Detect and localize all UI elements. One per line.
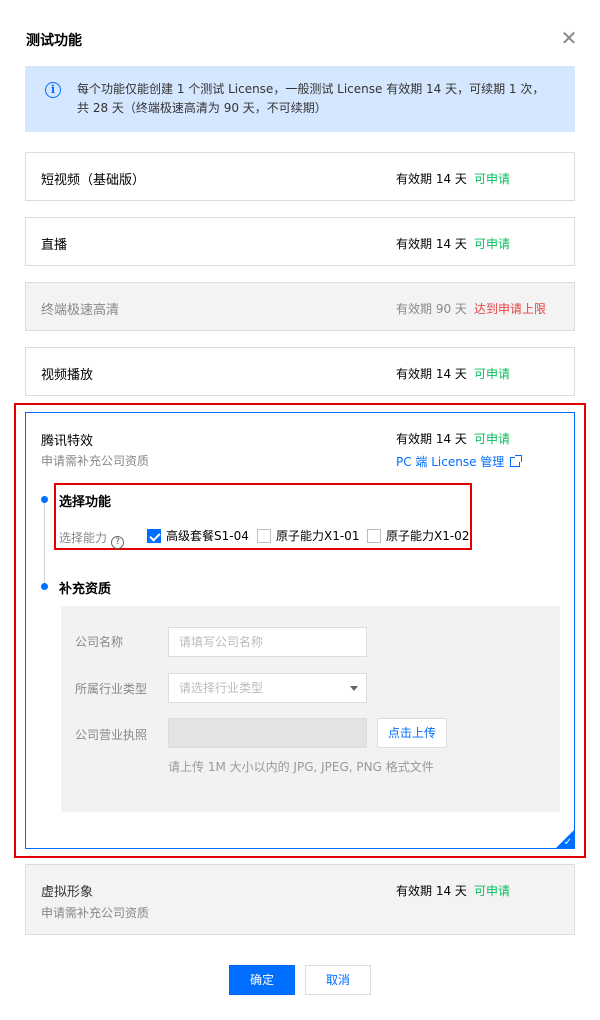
feature-name: 虚拟形象: [41, 885, 94, 900]
feature-validity: 有效期 14 天: [396, 172, 467, 186]
license-label: 公司营业执照: [75, 728, 148, 742]
notice-line-2: 共 28 天（终端极速高清为 90 天，不可续期）: [77, 101, 327, 115]
step-dot-1: [41, 496, 48, 503]
option-s1-04[interactable]: 高级套餐S1-04: [147, 527, 249, 544]
pc-license-link[interactable]: PC 端 License 管理: [396, 453, 523, 470]
feature-card-live[interactable]: 直播 有效期 14 天 可申请: [25, 217, 575, 266]
option-x1-01[interactable]: 原子能力X1-01: [257, 527, 359, 544]
feature-validity: 有效期 90 天: [396, 302, 467, 316]
ability-label: 选择能力?: [59, 529, 125, 549]
step-connector: [44, 501, 45, 589]
feature-subtext: 申请需补充公司资质: [41, 454, 150, 468]
feature-status: 可申请: [474, 432, 511, 446]
close-icon[interactable]: ✕: [558, 27, 580, 49]
feature-name: 腾讯特效: [41, 434, 94, 449]
option-label: 原子能力X1-01: [276, 529, 360, 543]
option-label: 高级套餐S1-04: [166, 529, 249, 543]
cancel-button[interactable]: 取消: [305, 965, 371, 995]
company-name-input[interactable]: 请填写公司名称: [168, 627, 367, 657]
feature-name: 短视频（基础版）: [41, 173, 146, 188]
feature-validity: 有效期 14 天: [396, 237, 467, 251]
feature-name: 直播: [41, 238, 68, 253]
checkbox-icon[interactable]: [367, 529, 381, 543]
feature-status-limit: 达到申请上限: [474, 302, 547, 316]
option-x1-02[interactable]: 原子能力X1-02: [367, 527, 469, 544]
info-icon: i: [45, 82, 61, 98]
caret-down-icon: [350, 686, 358, 691]
upload-hint: 请上传 1M 大小以内的 JPG, JPEG, PNG 格式文件: [168, 760, 434, 774]
feature-validity: 有效期 14 天: [396, 884, 467, 898]
industry-select[interactable]: 请选择行业类型: [168, 673, 367, 703]
confirm-button[interactable]: 确定: [229, 965, 295, 995]
notice-line-1: 每个功能仅能创建 1 个测试 License，一般测试 License 有效期 …: [77, 82, 545, 96]
external-link-icon: [510, 455, 523, 467]
feature-card-video-play[interactable]: 视频播放 有效期 14 天 可申请: [25, 347, 575, 396]
company-label: 公司名称: [75, 635, 124, 649]
feature-card-tencent-effects[interactable]: 腾讯特效 申请需补充公司资质 有效期 14 天 可申请 PC 端 License…: [25, 412, 575, 849]
company-placeholder: 请填写公司名称: [179, 635, 264, 649]
pc-license-link-label: PC 端 License 管理: [396, 455, 505, 469]
upload-preview-box: [168, 718, 367, 748]
option-label: 原子能力X1-02: [386, 529, 470, 543]
dialog-title: 测试功能: [26, 33, 82, 49]
feature-card-short-video[interactable]: 短视频（基础版） 有效期 14 天 可申请: [25, 152, 575, 201]
checkbox-icon[interactable]: [257, 529, 271, 543]
upload-button[interactable]: 点击上传: [377, 718, 447, 748]
feature-status: 可申请: [474, 172, 511, 186]
checkbox-checked-icon[interactable]: [147, 529, 161, 543]
help-icon[interactable]: ?: [111, 536, 125, 549]
step-title-qualification: 补充资质: [59, 582, 112, 597]
qualification-panel: 公司名称 请填写公司名称 所属行业类型 请选择行业类型 公司营业执照 点击上传 …: [61, 606, 560, 812]
feature-status: 可申请: [474, 884, 511, 898]
feature-card-virtual-avatar[interactable]: 虚拟形象 申请需补充公司资质 有效期 14 天 可申请: [25, 864, 575, 935]
feature-validity: 有效期 14 天: [396, 432, 467, 446]
industry-label: 所属行业类型: [75, 682, 148, 696]
feature-card-hd: 终端极速高清 有效期 90 天 达到申请上限: [25, 282, 575, 331]
feature-status: 可申请: [474, 367, 511, 381]
step-dot-2: [41, 583, 48, 590]
feature-name: 视频播放: [41, 368, 94, 383]
feature-status: 可申请: [474, 237, 511, 251]
feature-subtext: 申请需补充公司资质: [41, 906, 150, 920]
feature-validity: 有效期 14 天: [396, 367, 467, 381]
feature-name: 终端极速高清: [41, 303, 120, 318]
corner-check-icon: ✓: [563, 837, 572, 848]
industry-placeholder: 请选择行业类型: [179, 681, 264, 695]
notice-banner: i 每个功能仅能创建 1 个测试 License，一般测试 License 有效…: [25, 66, 575, 132]
ability-label-text: 选择能力: [59, 531, 108, 545]
